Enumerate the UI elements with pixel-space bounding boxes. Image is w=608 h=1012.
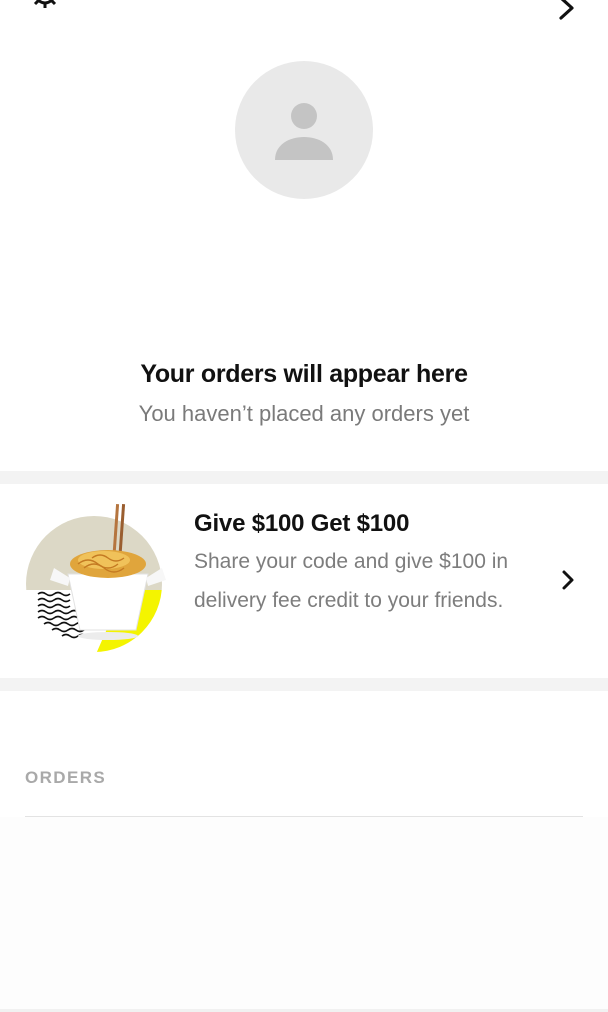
orders-section-header: ORDERS	[25, 768, 107, 787]
avatar[interactable]	[235, 61, 373, 199]
orders-list	[0, 817, 608, 1012]
settings-button[interactable]	[26, 0, 64, 20]
chevron-right-icon[interactable]	[558, 568, 578, 592]
section-divider	[0, 678, 608, 691]
promo-description: Share your code and give $100 in deliver…	[194, 550, 509, 612]
top-bar	[0, 0, 608, 30]
noodle-box-illustration	[26, 504, 166, 652]
referral-promo-card[interactable]: Give $100 Get $100 Share your code and g…	[0, 484, 608, 678]
empty-state-subtitle: You haven’t placed any orders yet	[138, 401, 470, 426]
forward-button[interactable]	[552, 0, 582, 20]
section-divider	[0, 471, 608, 484]
promo-title: Give $100 Get $100	[194, 510, 410, 537]
person-icon	[275, 103, 333, 160]
gear-icon	[33, 0, 57, 8]
empty-state-title: Your orders will appear here	[140, 360, 468, 388]
chevron-right-icon	[559, 0, 574, 20]
